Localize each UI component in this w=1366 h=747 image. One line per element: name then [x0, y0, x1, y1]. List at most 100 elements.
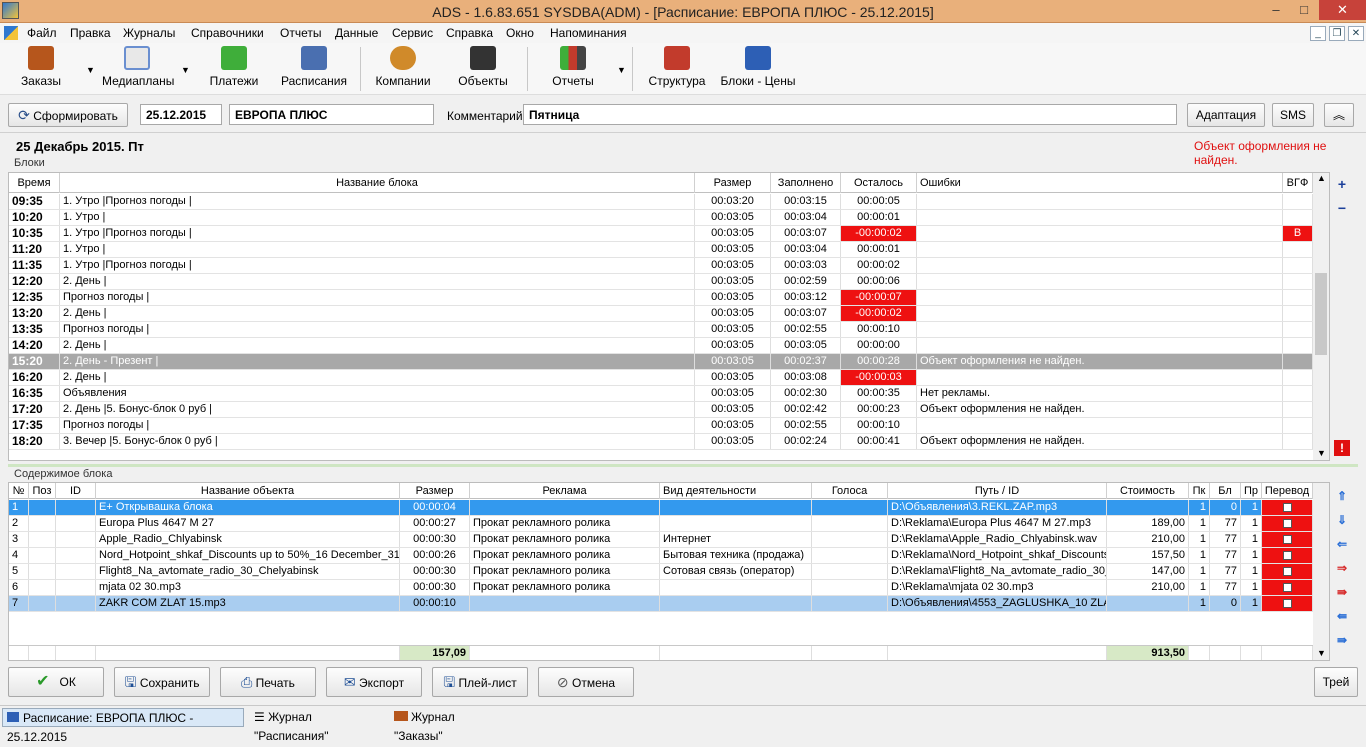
- transfer-cell[interactable]: [1262, 500, 1313, 515]
- transfer-checkbox[interactable]: [1282, 518, 1292, 528]
- collapse-button[interactable]: ︽: [1324, 103, 1354, 127]
- block-row[interactable]: 12:35 Прогноз погоды | 00:03:05 00:03:12 -00…: [9, 290, 1313, 306]
- col-advert[interactable]: Реклама: [470, 483, 660, 499]
- col-time[interactable]: Время: [9, 173, 60, 193]
- toolbar-mediaplans-button[interactable]: Медиапланы: [102, 46, 174, 88]
- cancel-button[interactable]: ⊘ Отмена: [538, 667, 634, 697]
- playlist-button[interactable]: 🖫 Плей-лист: [432, 667, 528, 697]
- menu-help[interactable]: Справка: [446, 26, 493, 40]
- block-row[interactable]: 14:20 2. День | 00:03:05 00:03:05 00:00:00: [9, 338, 1313, 354]
- col-errors[interactable]: Ошибки: [917, 173, 1283, 193]
- col-block-name[interactable]: Название блока: [60, 173, 695, 193]
- scroll-down-arrow[interactable]: ▼: [1313, 448, 1329, 458]
- transfer-checkbox[interactable]: [1282, 566, 1292, 576]
- col-obj-size[interactable]: Размер: [400, 483, 470, 499]
- station-field[interactable]: ЕВРОПА ПЛЮС: [229, 104, 434, 125]
- transfer-cell[interactable]: [1262, 532, 1313, 547]
- col-activity[interactable]: Вид деятельности: [660, 483, 812, 499]
- toolbar-objects-button[interactable]: Объекты: [455, 46, 511, 88]
- menu-file[interactable]: Файл: [27, 26, 57, 40]
- transfer-cell[interactable]: [1262, 580, 1313, 595]
- object-row[interactable]: 1 E+ Открывашка блока 00:00:04 D:\Объявлени…: [9, 500, 1313, 516]
- block-row[interactable]: 17:20 2. День |5. Бонус-блок 0 руб | 00:03…: [9, 402, 1313, 418]
- col-pk[interactable]: Пк: [1189, 483, 1210, 499]
- transfer-cell[interactable]: [1262, 596, 1313, 611]
- block-row[interactable]: 18:20 3. Вечер |5. Бонус-блок 0 руб | 00:0…: [9, 434, 1313, 450]
- col-left[interactable]: Осталось: [841, 173, 917, 193]
- remove-block-button[interactable]: −: [1332, 198, 1352, 218]
- move-left-icon[interactable]: ⇐: [1332, 534, 1352, 554]
- block-row[interactable]: 10:20 1. Утро | 00:03:05 00:03:04 00:00:01: [9, 210, 1313, 226]
- app-menu-icon[interactable]: [4, 26, 18, 40]
- toolbar-payments-button[interactable]: Платежи: [206, 46, 262, 88]
- maximize-button[interactable]: □: [1290, 0, 1318, 20]
- toolbar-reports-button[interactable]: Отчеты: [548, 46, 598, 88]
- block-row[interactable]: 11:20 1. Утро | 00:03:05 00:03:04 00:00:01: [9, 242, 1313, 258]
- col-id[interactable]: ID: [56, 483, 96, 499]
- transfer-checkbox[interactable]: [1282, 534, 1292, 544]
- tab-schedule[interactable]: Расписание: ЕВРОПА ПЛЮС - 25.12.2015: [2, 708, 244, 744]
- object-row[interactable]: 7 ZAKR COM ZLAT 15.mp3 00:00:10 D:\Объявлен…: [9, 596, 1313, 612]
- col-vgf[interactable]: ВГФ: [1283, 173, 1313, 193]
- menu-journals[interactable]: Журналы: [123, 26, 175, 40]
- move-top-icon[interactable]: ⇑: [1332, 486, 1352, 506]
- blocks-scrollbar[interactable]: ▲ ▼: [1313, 173, 1329, 460]
- block-row[interactable]: 17:35 Прогноз погоды | 00:03:05 00:02:55 00:…: [9, 418, 1313, 434]
- col-num[interactable]: №: [9, 483, 29, 499]
- col-transfer[interactable]: Перевод: [1262, 483, 1313, 499]
- block-row[interactable]: 16:35 Объявления 00:03:05 00:02:30 00:00:35 Н…: [9, 386, 1313, 402]
- transfer-checkbox[interactable]: [1282, 598, 1292, 608]
- menu-window[interactable]: Окно: [506, 26, 534, 40]
- block-row[interactable]: 15:20 2. День - Презент | 00:03:05 00:02:37…: [9, 354, 1313, 370]
- mdi-minimize-button[interactable]: _: [1310, 26, 1326, 41]
- adaptation-button[interactable]: Адаптация: [1187, 103, 1265, 127]
- tray-button[interactable]: Трей: [1314, 667, 1358, 697]
- scroll-down-arrow[interactable]: ▼: [1313, 648, 1329, 658]
- mediaplans-dropdown-arrow[interactable]: ▼: [181, 65, 190, 75]
- mdi-close-button[interactable]: ✕: [1348, 26, 1364, 41]
- object-row[interactable]: 3 Apple_Radio_Chlyabinsk 00:00:30 Прокат ре…: [9, 532, 1313, 548]
- toolbar-structure-button[interactable]: Структура: [648, 46, 706, 88]
- object-row[interactable]: 6 mjata 02 30.mp3 00:00:30 Прокат рекламног…: [9, 580, 1313, 596]
- scroll-thumb[interactable]: [1315, 273, 1327, 355]
- toolbar-orders-button[interactable]: Заказы: [18, 46, 64, 88]
- toolbar-companies-button[interactable]: Компании: [372, 46, 434, 88]
- minimize-button[interactable]: –: [1262, 0, 1290, 20]
- transfer-checkbox[interactable]: [1282, 550, 1292, 560]
- mdi-restore-button[interactable]: ❐: [1329, 26, 1345, 41]
- toolbar-schedules-button[interactable]: Расписания: [280, 46, 348, 88]
- transfer-cell[interactable]: [1262, 516, 1313, 531]
- block-row[interactable]: 13:20 2. День | 00:03:05 00:03:07 -00:00:02: [9, 306, 1313, 322]
- reports-dropdown-arrow[interactable]: ▼: [617, 65, 626, 75]
- save-button[interactable]: 🖫 Сохранить: [114, 667, 210, 697]
- menu-service[interactable]: Сервис: [392, 26, 433, 40]
- transfer-checkbox[interactable]: [1282, 582, 1292, 592]
- export-button[interactable]: ✉ Экспорт: [326, 667, 422, 697]
- close-button[interactable]: ✕: [1319, 0, 1366, 20]
- col-pos[interactable]: Поз: [29, 483, 56, 499]
- menu-reminders[interactable]: Напоминания: [550, 26, 627, 40]
- col-cost[interactable]: Стоимость: [1107, 483, 1189, 499]
- block-row[interactable]: 12:20 2. День | 00:03:05 00:02:59 00:00:06: [9, 274, 1313, 290]
- col-filled[interactable]: Заполнено: [771, 173, 841, 193]
- transfer-checkbox[interactable]: [1282, 502, 1292, 512]
- col-size[interactable]: Размер: [695, 173, 771, 193]
- content-scrollbar[interactable]: ▼: [1313, 483, 1329, 660]
- date-field[interactable]: 25.12.2015: [140, 104, 222, 125]
- transfer-cell[interactable]: [1262, 564, 1313, 579]
- orders-dropdown-arrow[interactable]: ▼: [86, 65, 95, 75]
- tab-journal-schedules[interactable]: ☰ Журнал "Расписания": [250, 708, 385, 743]
- add-block-button[interactable]: +: [1332, 174, 1352, 194]
- block-row[interactable]: 16:20 2. День | 00:03:05 00:03:08 -00:00:03: [9, 370, 1313, 386]
- col-pr[interactable]: Пр: [1241, 483, 1262, 499]
- print-button[interactable]: ⎙ Печать: [220, 667, 316, 697]
- ok-button[interactable]: ✔ ОК: [8, 667, 104, 697]
- menu-edit[interactable]: Правка: [70, 26, 111, 40]
- insert-red-icon[interactable]: ⇛: [1332, 582, 1352, 602]
- block-row[interactable]: 10:35 1. Утро |Прогноз погоды | 00:03:05 00…: [9, 226, 1313, 242]
- forward-blue-icon[interactable]: ⇛: [1332, 630, 1352, 650]
- warning-icon[interactable]: !: [1334, 440, 1350, 456]
- col-bl[interactable]: Бл: [1210, 483, 1241, 499]
- scroll-up-arrow[interactable]: ▲: [1313, 173, 1329, 183]
- block-row[interactable]: 11:35 1. Утро |Прогноз погоды | 00:03:05 00…: [9, 258, 1313, 274]
